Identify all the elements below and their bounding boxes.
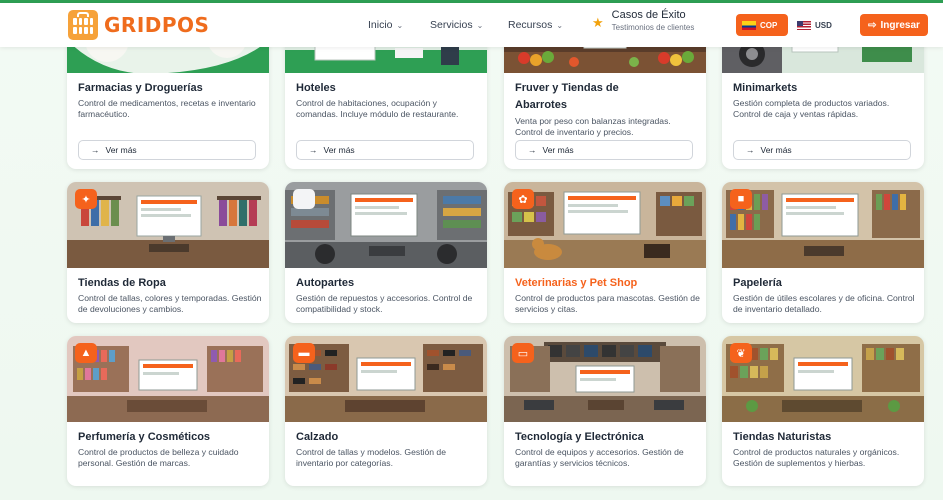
ver-mas-button[interactable]: → Ver más: [733, 140, 911, 160]
card-title[interactable]: Veterinarias y Pet Shop: [515, 275, 700, 292]
ver-mas-button[interactable]: → Ver más: [78, 140, 256, 160]
folder-icon: ■: [730, 189, 752, 209]
usa-flag-icon: [797, 20, 811, 30]
card-description: Gestión de útiles escolares y de oficina…: [733, 293, 915, 314]
chevron-down-icon: ⌄: [476, 20, 484, 30]
register-icon: [68, 10, 98, 40]
brand-logo[interactable]: GRIDPOS: [68, 10, 209, 40]
card-title: Calzado: [296, 431, 339, 443]
login-icon: ⇨: [868, 19, 877, 31]
currency-usd-button[interactable]: USD: [791, 14, 841, 36]
card-image-tecnologia: [504, 336, 706, 422]
card-title: Farmacias y Droguerías: [78, 82, 203, 94]
card-tecnologia: ▭ Tecnología y Electrónica Control de eq…: [504, 336, 706, 486]
star-icon: ★: [592, 15, 604, 30]
site-header: GRIDPOS Inicio ⌄ Servicios ⌄ Recursos ⌄ ★ C…: [0, 3, 943, 47]
nav-servicios-label: Servicios: [430, 19, 473, 31]
card-title: Perfumería y Cosméticos: [78, 431, 211, 443]
arrow-right-icon: →: [309, 145, 318, 155]
nav-recursos-label: Recursos: [508, 19, 553, 31]
card-autopartes: Autopartes Gestión de repuestos y acceso…: [285, 182, 487, 323]
paw-icon: ✿: [512, 189, 534, 209]
spray-bottle-icon: ▲: [75, 343, 97, 363]
ver-mas-label: Ver más: [760, 145, 792, 155]
card-image-veterinarias: [504, 182, 706, 268]
card-description: Control de productos de belleza y cuidad…: [78, 447, 239, 468]
card-title: Tiendas de Ropa: [78, 277, 166, 289]
card-title: Tiendas Naturistas: [733, 431, 832, 443]
card-title: Hoteles: [296, 82, 336, 94]
brand-name: GRIDPOS: [104, 13, 210, 37]
casos-subtitle: Testimonios de clientes: [611, 23, 695, 32]
card-description: Control de productos naturales y orgánic…: [733, 447, 900, 468]
wrench-icon: [293, 189, 315, 209]
card-title: Fruver y Tiendas de Abarrotes: [515, 82, 619, 111]
card-description: Gestión completa de productos variados. …: [733, 98, 890, 119]
card-naturistas: ❦ Tiendas Naturistas Control de producto…: [722, 336, 924, 486]
ver-mas-label: Ver más: [105, 145, 137, 155]
card-tiendas-ropa: ✦ Tiendas de Ropa Control de tallas, col…: [67, 182, 269, 323]
nav-recursos[interactable]: Recursos ⌄: [508, 3, 563, 47]
chevron-down-icon: ⌄: [556, 20, 564, 30]
card-calzado: ▬ Calzado Control de tallas y modelos. G…: [285, 336, 487, 486]
card-image-naturistas: [722, 336, 924, 422]
ver-mas-label: Ver más: [323, 145, 355, 155]
currency-cop-label: COP: [760, 20, 778, 30]
card-image-ropa: [67, 182, 269, 268]
card-perfumeria: ▲ Perfumería y Cosméticos Control de pro…: [67, 336, 269, 486]
laptop-icon: ▭: [512, 343, 534, 363]
arrow-right-icon: →: [91, 145, 100, 155]
card-image-calzado: [285, 336, 487, 422]
shoe-icon: ▬: [293, 343, 315, 363]
card-image-papeleria: [722, 182, 924, 268]
card-description: Venta por peso con balanzas integradas. …: [515, 116, 671, 137]
card-title: Minimarkets: [733, 82, 798, 94]
card-description: Control de equipos y accesorios. Gestión…: [515, 447, 684, 468]
login-button[interactable]: ⇨ Ingresar: [860, 14, 928, 36]
leaf-icon: ❦: [730, 343, 752, 363]
card-description: Control de medicamentos, recetas e inven…: [78, 98, 256, 119]
nav-casos-exito[interactable]: ★ Casos de Éxito Testimonios de clientes: [592, 9, 694, 34]
arrow-right-icon: →: [528, 145, 537, 155]
ver-mas-label: Ver más: [542, 145, 574, 155]
shirt-icon: ✦: [75, 189, 97, 209]
arrow-right-icon: →: [746, 145, 755, 155]
nav-servicios[interactable]: Servicios ⌄: [430, 3, 483, 47]
login-label: Ingresar: [880, 19, 920, 31]
card-description: Gestión de repuestos y accesorios. Contr…: [296, 293, 473, 314]
card-veterinarias: ✿ Veterinarias y Pet Shop Control de pro…: [504, 182, 706, 323]
card-description: Control de tallas y modelos. Gestión de …: [296, 447, 446, 468]
card-image-perfumeria: [67, 336, 269, 422]
nav-inicio-label: Inicio: [368, 19, 393, 31]
card-image-autopartes: [285, 182, 487, 268]
nav-inicio[interactable]: Inicio ⌄: [368, 3, 403, 47]
card-title: Tecnología y Electrónica: [515, 431, 644, 443]
card-description: Control de tallas, colores y temporadas.…: [78, 293, 262, 314]
card-title: Papelería: [733, 277, 782, 289]
colombia-flag-icon: [742, 20, 756, 30]
currency-usd-label: USD: [815, 20, 832, 30]
card-description: Control de productos para mascotas. Gest…: [515, 293, 700, 314]
ver-mas-button[interactable]: → Ver más: [515, 140, 693, 160]
card-description: Control de habitaciones, ocupación y com…: [296, 98, 459, 119]
casos-title: Casos de Éxito: [611, 9, 686, 21]
chevron-down-icon: ⌄: [396, 20, 404, 30]
card-papeleria: ■ Papelería Gestión de útiles escolares …: [722, 182, 924, 323]
currency-cop-button[interactable]: COP: [736, 14, 788, 36]
ver-mas-button[interactable]: → Ver más: [296, 140, 474, 160]
card-title: Autopartes: [296, 277, 355, 289]
